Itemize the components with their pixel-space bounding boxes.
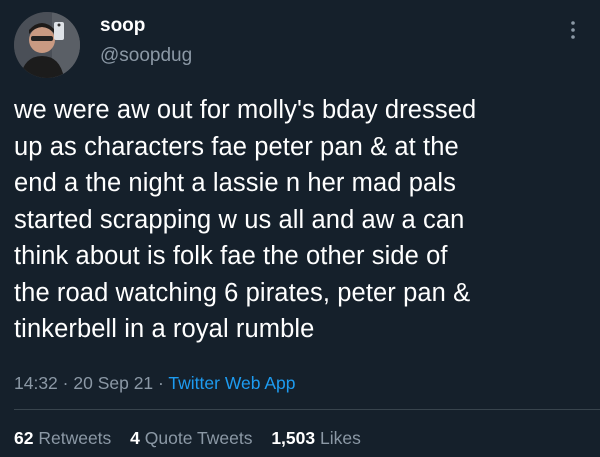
user-names: soop @soopdug <box>100 14 192 70</box>
likes-label: Likes <box>320 428 361 448</box>
meta-separator: · <box>158 373 164 393</box>
quotes-count: 4 <box>130 428 140 448</box>
tweet-header: soop @soopdug <box>14 12 586 78</box>
avatar[interactable] <box>14 12 80 78</box>
tweet-stats: 62 Retweets 4 Quote Tweets 1,503 Likes <box>14 426 375 450</box>
tweet-source-link[interactable]: Twitter Web App <box>168 373 295 393</box>
tweet-date[interactable]: 20 Sep 21 <box>73 373 153 393</box>
quotes-stat[interactable]: 4 Quote Tweets <box>130 428 252 448</box>
retweets-count: 62 <box>14 428 34 448</box>
retweets-stat[interactable]: 62 Retweets <box>14 428 111 448</box>
avatar-image <box>14 12 80 78</box>
likes-stat[interactable]: 1,503 Likes <box>271 428 361 448</box>
divider <box>14 409 600 410</box>
tweet-text: we were aw out for molly's bday dressed … <box>14 96 477 343</box>
retweets-label: Retweets <box>38 428 112 448</box>
tweet-meta: 14:32 · 20 Sep 21 · Twitter Web App <box>14 371 296 395</box>
likes-count: 1,503 <box>271 428 316 448</box>
tweet-time[interactable]: 14:32 <box>14 373 58 393</box>
display-name[interactable]: soop <box>100 14 192 38</box>
meta-separator: · <box>62 373 69 393</box>
user-handle[interactable]: @soopdug <box>100 42 192 70</box>
more-options-icon[interactable] <box>566 18 580 42</box>
quotes-label: Quote Tweets <box>144 428 253 448</box>
